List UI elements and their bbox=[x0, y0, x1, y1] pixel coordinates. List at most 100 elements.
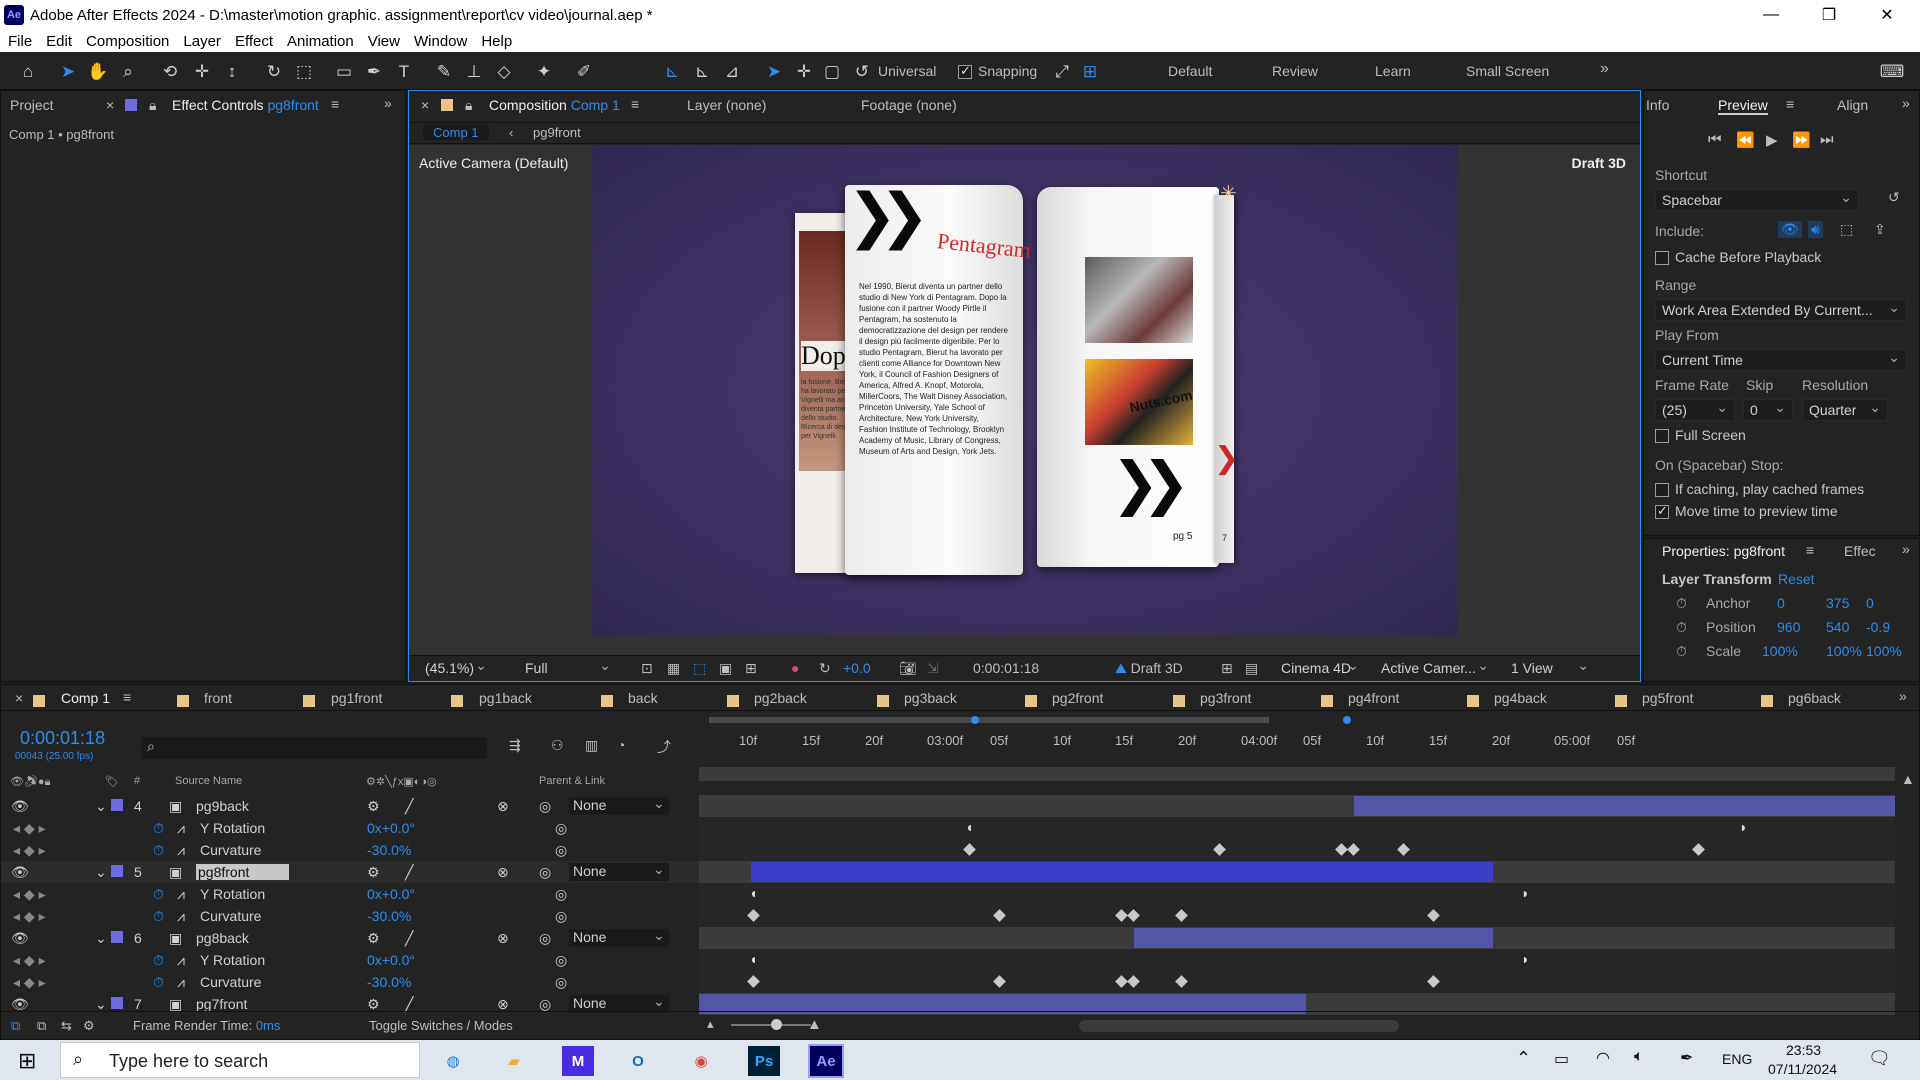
home-icon[interactable]: ⌂ bbox=[16, 60, 40, 84]
view-axis-icon[interactable]: ⊿ bbox=[720, 60, 744, 84]
region-interest-icon[interactable]: ▣ bbox=[719, 660, 732, 677]
workspace-default[interactable]: Default bbox=[1168, 63, 1212, 79]
keyframe-ease-out[interactable]: ◗ bbox=[1521, 885, 1529, 901]
timeline-navigator[interactable] bbox=[699, 767, 1895, 781]
view-layout-dropdown[interactable]: 1 View bbox=[1505, 655, 1595, 680]
quality-switch-icon[interactable]: ╱ bbox=[405, 798, 413, 815]
work-area-bar[interactable] bbox=[709, 717, 1269, 723]
parent-link-column[interactable]: Parent & Link bbox=[539, 775, 605, 787]
time-ruler[interactable]: 10f 15f 20f 03:00f 05f 10f 15f 20f 04:00f 05f 10f 1… bbox=[699, 715, 1895, 781]
timeline-tab-pg2back[interactable]: pg2back bbox=[754, 690, 807, 706]
keyframe-ease-out[interactable]: ◗ bbox=[1521, 951, 1529, 967]
in-out-icon[interactable]: ⇆ bbox=[61, 1018, 72, 1034]
lock-icon[interactable]: 🔒︎ bbox=[149, 97, 156, 114]
label-color-icon[interactable] bbox=[111, 865, 123, 877]
keyframe-nav-icon[interactable]: ◂ ◆ ▸ bbox=[13, 820, 46, 837]
export-icon[interactable]: ⇪ bbox=[1874, 221, 1886, 238]
anchor-x[interactable]: 0 bbox=[1777, 595, 1785, 611]
keyframe[interactable] bbox=[963, 843, 976, 856]
timeline-tab-pg5front[interactable]: pg5front bbox=[1642, 690, 1693, 706]
horizontal-scrollbar[interactable] bbox=[1079, 1020, 1399, 1032]
expression-pickwhip-icon[interactable]: ◎ bbox=[555, 886, 567, 903]
keyframe[interactable] bbox=[993, 909, 1006, 922]
include-overlays-icon[interactable]: ⬚ bbox=[1840, 221, 1853, 238]
expression-pickwhip-icon[interactable]: ◎ bbox=[555, 974, 567, 991]
cache-before-playback-checkbox[interactable] bbox=[1655, 251, 1669, 266]
keyframe[interactable] bbox=[1335, 843, 1348, 856]
scale-z[interactable]: 100% bbox=[1866, 643, 1902, 659]
zoom-dropdown[interactable]: (45.1%) bbox=[419, 655, 493, 680]
clock-date[interactable]: 07/11/2024 bbox=[1768, 1061, 1837, 1077]
workspace-learn[interactable]: Learn bbox=[1375, 63, 1411, 79]
close-button[interactable]: ✕ bbox=[1858, 0, 1916, 30]
toggle-switches-modes[interactable]: Toggle Switches / Modes bbox=[369, 1018, 513, 1033]
quality-switch-icon[interactable]: ╱ bbox=[405, 930, 413, 947]
graph-icon[interactable]: ⩘ bbox=[177, 842, 185, 859]
frame-blending-icon[interactable]: ▥ bbox=[585, 737, 598, 754]
layer-switches-icon[interactable]: ⧉ bbox=[11, 1018, 20, 1034]
expand-layer-icon[interactable]: ⌄ bbox=[95, 930, 107, 947]
property-lane[interactable]: ◖ ◗ bbox=[699, 817, 1895, 839]
skip-dropdown[interactable]: 0 bbox=[1743, 397, 1793, 421]
keyframe-ease-in[interactable]: ◖ bbox=[749, 951, 757, 967]
tab-composition[interactable]: Composition Comp 1 bbox=[489, 97, 620, 113]
keyframe[interactable] bbox=[1127, 975, 1140, 988]
label-color-icon[interactable] bbox=[111, 799, 123, 811]
stopwatch-icon[interactable]: ⏱ bbox=[153, 886, 164, 903]
keyframe[interactable] bbox=[1175, 909, 1188, 922]
collapse-transform-icon[interactable]: ⚙ bbox=[367, 864, 380, 881]
pan-camera-icon[interactable]: ✛ bbox=[190, 60, 214, 84]
play-icon[interactable]: ▶ bbox=[1766, 131, 1778, 149]
lock-icon[interactable]: 🔒︎ bbox=[465, 97, 472, 114]
reset-shortcut-icon[interactable]: ↺ bbox=[1888, 189, 1900, 206]
tab-properties[interactable]: Properties: pg8front bbox=[1662, 543, 1785, 559]
menu-window[interactable]: Window bbox=[414, 33, 467, 50]
photoshop-icon[interactable]: Ps bbox=[748, 1046, 780, 1076]
wifi-icon[interactable]: ◠ bbox=[1596, 1048, 1610, 1068]
panel-options-icon[interactable]: ⌨ bbox=[1880, 60, 1905, 84]
selection-tool-icon[interactable]: ➤ bbox=[56, 60, 80, 84]
rotation-tool-icon[interactable]: ↻ bbox=[262, 60, 286, 84]
keyframe[interactable] bbox=[747, 975, 760, 988]
tab-info[interactable]: Info bbox=[1646, 97, 1669, 113]
collapse-transform-icon[interactable]: ⚙ bbox=[367, 798, 380, 815]
quality-switch-icon[interactable]: ╱ bbox=[405, 864, 413, 881]
tab-effects[interactable]: Effec bbox=[1844, 543, 1876, 559]
timeline-tab-pg4front[interactable]: pg4front bbox=[1348, 690, 1399, 706]
show-hidden-icons[interactable]: ⌃ bbox=[1516, 1048, 1531, 1069]
keyframe-ease-in[interactable]: ◖ bbox=[749, 885, 757, 901]
close-tab-icon[interactable]: × bbox=[106, 97, 114, 113]
next-frame-icon[interactable]: ⏩ bbox=[1792, 131, 1811, 149]
zoom-slider-thumb[interactable] bbox=[771, 1019, 782, 1030]
shortcut-dropdown[interactable]: Spacebar bbox=[1655, 187, 1859, 211]
rectangle-tool-icon[interactable]: ▭ bbox=[332, 60, 356, 84]
stopwatch-icon[interactable]: ⏱ bbox=[153, 974, 164, 991]
if-caching[interactable]: If caching, play cached frames bbox=[1655, 481, 1864, 498]
timeline-tab-pg4back[interactable]: pg4back bbox=[1494, 690, 1547, 706]
timeline-tab-pg2front[interactable]: pg2front bbox=[1052, 690, 1103, 706]
zoom-out-icon[interactable]: ▴ bbox=[707, 1016, 714, 1032]
layer-duration-bar[interactable] bbox=[1354, 796, 1895, 816]
property-value[interactable]: 0x+0.0° bbox=[367, 886, 415, 902]
renderer-dropdown[interactable]: Cinema 4D bbox=[1275, 655, 1365, 680]
property-lane[interactable]: ◖ ◗ bbox=[699, 949, 1895, 971]
source-name-column[interactable]: Source Name bbox=[175, 775, 242, 787]
render-time-icon[interactable]: ⚙ bbox=[83, 1018, 95, 1034]
stopwatch-icon[interactable]: ⏱ bbox=[153, 820, 164, 837]
keyframe-ease-out[interactable]: ◗ bbox=[1739, 819, 1747, 835]
tab-project[interactable]: Project bbox=[10, 97, 54, 113]
position-y[interactable]: 540 bbox=[1826, 619, 1849, 635]
position-x[interactable]: 960 bbox=[1777, 619, 1800, 635]
outlook-icon[interactable]: O bbox=[616, 1044, 660, 1078]
label-color-icon[interactable] bbox=[111, 931, 123, 943]
comp-viewer[interactable]: Active Camera (Default) Draft 3D Dopo la… bbox=[409, 145, 1640, 655]
start-icon[interactable]: ⊞ bbox=[18, 1048, 36, 1074]
keyframe-nav-icon[interactable]: ◂ ◆ ▸ bbox=[13, 842, 46, 859]
shy-layers-icon[interactable]: ⚇ bbox=[551, 737, 564, 754]
notifications-icon[interactable]: 🗨︎ bbox=[1868, 1048, 1891, 1069]
keyframe[interactable] bbox=[1175, 975, 1188, 988]
keyframe[interactable] bbox=[993, 975, 1006, 988]
reset-transform-link[interactable]: Reset bbox=[1778, 571, 1815, 587]
work-area-start-handle[interactable] bbox=[971, 716, 979, 724]
position-z[interactable]: -0.9 bbox=[1866, 619, 1890, 635]
